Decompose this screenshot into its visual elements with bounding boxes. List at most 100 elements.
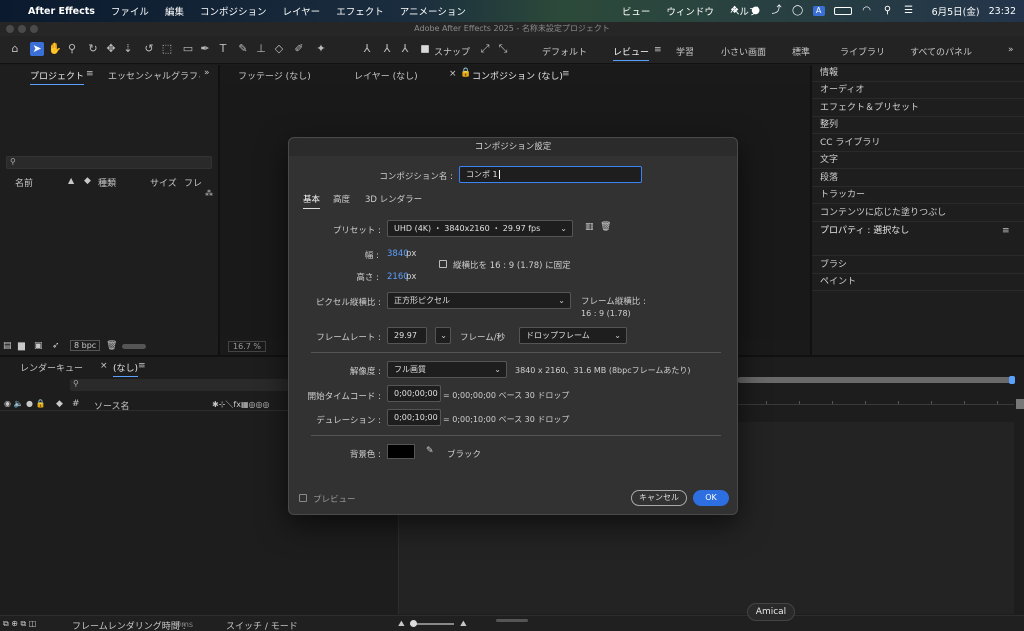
- timeline-zoom-handle-icon[interactable]: [1016, 399, 1024, 409]
- chat-icon[interactable]: ◯: [792, 6, 804, 16]
- column-size[interactable]: サイズ: [150, 176, 177, 189]
- panel-brush[interactable]: ブラシ: [812, 257, 1024, 274]
- minimize-window-button[interactable]: [18, 25, 26, 33]
- close-tab-icon[interactable]: ×: [449, 69, 457, 79]
- project-panel-menu-icon[interactable]: ≡: [86, 69, 94, 79]
- axis-world-icon[interactable]: ⅄: [380, 42, 394, 56]
- label-tag-icon[interactable]: ◆: [84, 176, 91, 186]
- frame-rate-input[interactable]: 29.97: [387, 327, 427, 344]
- comp-name-input[interactable]: コンポ 1: [459, 166, 642, 183]
- panel-overflow-icon[interactable]: »: [204, 68, 210, 78]
- column-number[interactable]: #: [72, 399, 80, 409]
- column-name[interactable]: 名前: [15, 176, 33, 189]
- brush-tool-icon[interactable]: ✎: [236, 42, 250, 56]
- workspace-all-panels[interactable]: すべてのパネル: [910, 45, 972, 58]
- tab-basic[interactable]: 基本: [303, 193, 321, 209]
- timeline-panel-menu-icon[interactable]: ≡: [138, 361, 146, 371]
- home-icon[interactable]: ⌂: [8, 42, 22, 56]
- timeline-footer-toggle-icons[interactable]: ⧉ ⊕ ⧉ ◫: [3, 619, 36, 629]
- properties-menu-icon[interactable]: ≡: [1002, 226, 1010, 236]
- menu-file[interactable]: ファイル: [111, 4, 149, 18]
- zoom-out-icon[interactable]: ⛰: [398, 619, 405, 629]
- label-column-icon[interactable]: ◆: [56, 399, 63, 409]
- type-tool-icon[interactable]: T: [216, 42, 230, 56]
- dropbox-icon[interactable]: ❖: [729, 6, 741, 16]
- menu-view[interactable]: ビュー: [622, 4, 651, 18]
- workspace-libraries[interactable]: ライブラリ: [840, 45, 885, 58]
- preview-checkbox[interactable]: [299, 494, 307, 502]
- panel-tracker[interactable]: トラッカー: [812, 187, 1024, 204]
- column-type[interactable]: 種類: [98, 176, 116, 189]
- eyedropper-icon[interactable]: ✎: [426, 446, 434, 456]
- snap-option-icon[interactable]: ⤢: [478, 42, 492, 56]
- search-icon[interactable]: ⚲: [882, 6, 894, 16]
- current-time-indicator-icon[interactable]: [1009, 376, 1015, 384]
- pan-tool-icon[interactable]: ✥: [104, 42, 118, 56]
- selection-tool-icon[interactable]: ➤: [30, 42, 44, 56]
- pan-behind-tool-icon[interactable]: ⬚: [160, 42, 174, 56]
- sort-ascending-icon[interactable]: ▲: [68, 176, 74, 185]
- rotate-tool-icon[interactable]: ↺: [142, 42, 156, 56]
- tab-advanced[interactable]: 高度: [333, 193, 350, 205]
- new-folder-icon[interactable]: ▆: [18, 341, 25, 351]
- panel-cc-libraries[interactable]: CC ライブラリ: [812, 135, 1024, 152]
- pen-tool-icon[interactable]: ✒: [198, 42, 212, 56]
- eraser-tool-icon[interactable]: ◇: [272, 42, 286, 56]
- save-preset-icon[interactable]: ▥: [585, 222, 594, 232]
- tab-timeline-none[interactable]: (なし): [113, 361, 139, 377]
- menu-layer[interactable]: レイヤー: [282, 4, 320, 18]
- zoom-level-dropdown[interactable]: 16.7 %: [228, 341, 266, 352]
- menu-time[interactable]: 23:32: [989, 6, 1016, 17]
- panel-info[interactable]: 情報: [812, 65, 1024, 82]
- lock-icon[interactable]: 🔒: [460, 68, 471, 78]
- ok-button[interactable]: OK: [693, 490, 729, 506]
- bpc-label[interactable]: 8 bpc: [70, 340, 101, 351]
- close-timeline-tab-icon[interactable]: ×: [100, 361, 108, 371]
- layer-switches-icons[interactable]: ✱⊹＼fx▦◎◎◎: [212, 399, 269, 410]
- tab-render-queue[interactable]: レンダーキュー: [20, 361, 83, 374]
- workspace-learn[interactable]: 学習: [676, 45, 694, 58]
- share-icon[interactable]: ⤴: [771, 6, 783, 16]
- menu-effect[interactable]: エフェクト: [336, 4, 384, 18]
- composition-panel-menu-icon[interactable]: ≡: [562, 69, 570, 79]
- tab-essential-graphics[interactable]: エッセンシャルグラフィック: [108, 69, 200, 82]
- tab-3d-renderer[interactable]: 3D レンダラー: [365, 193, 422, 205]
- menu-date[interactable]: 6月5日(金): [932, 4, 980, 18]
- timeline-search-input[interactable]: ⚲: [70, 379, 288, 391]
- trash-icon[interactable]: 🗑: [106, 341, 117, 351]
- pixel-aspect-dropdown[interactable]: 正方形ピクセル ⌄: [387, 292, 571, 309]
- lock-aspect-checkbox[interactable]: [439, 260, 447, 268]
- project-search-input[interactable]: ⚲: [6, 156, 212, 169]
- av-switch-icons[interactable]: ◉ 🔈 ● 🔒: [4, 399, 46, 408]
- panel-effects-presets[interactable]: エフェクト＆プリセット: [812, 100, 1024, 117]
- menu-animation[interactable]: アニメーション: [400, 4, 466, 18]
- work-area-bar[interactable]: [738, 377, 1014, 383]
- new-composition-icon[interactable]: ▣: [34, 341, 43, 351]
- panel-properties[interactable]: プロパティ : 選択なし: [812, 223, 1024, 240]
- thumbnail-slider[interactable]: [122, 344, 146, 349]
- close-window-button[interactable]: [6, 25, 14, 33]
- time-ruler[interactable]: [738, 395, 1014, 405]
- column-frame[interactable]: フレ: [184, 176, 202, 189]
- roto-brush-tool-icon[interactable]: ✐: [292, 42, 306, 56]
- panel-content-aware-fill[interactable]: コンテンツに応じた塗りつぶし: [812, 205, 1024, 222]
- control-center-icon[interactable]: ☰: [903, 6, 915, 16]
- column-source-name[interactable]: ソース名: [94, 399, 130, 412]
- hand-tool-icon[interactable]: ✋: [48, 42, 62, 56]
- workspace-small-screen[interactable]: 小さい画面: [721, 45, 766, 58]
- render-icon[interactable]: ➶: [52, 341, 60, 351]
- notification-icon[interactable]: ●: [750, 6, 762, 16]
- frame-rate-dropdown[interactable]: ⌄: [435, 327, 451, 344]
- zoom-in-icon[interactable]: ⛰: [460, 619, 467, 629]
- workspace-overflow-icon[interactable]: »: [1008, 45, 1014, 55]
- interpret-footage-icon[interactable]: ▤: [3, 341, 12, 351]
- workspace-standard[interactable]: 標準: [792, 45, 810, 58]
- battery-icon[interactable]: [833, 7, 852, 15]
- duration-input[interactable]: 0;00;10;00: [387, 409, 441, 426]
- panel-audio[interactable]: オーディオ: [812, 82, 1024, 99]
- workspace-default[interactable]: デフォルト: [542, 45, 587, 58]
- timeline-zoom-slider-thumb-icon[interactable]: [410, 620, 417, 627]
- background-color-swatch[interactable]: [387, 444, 415, 459]
- panel-paint[interactable]: ペイント: [812, 274, 1024, 291]
- drop-frame-dropdown[interactable]: ドロップフレーム ⌄: [519, 327, 627, 344]
